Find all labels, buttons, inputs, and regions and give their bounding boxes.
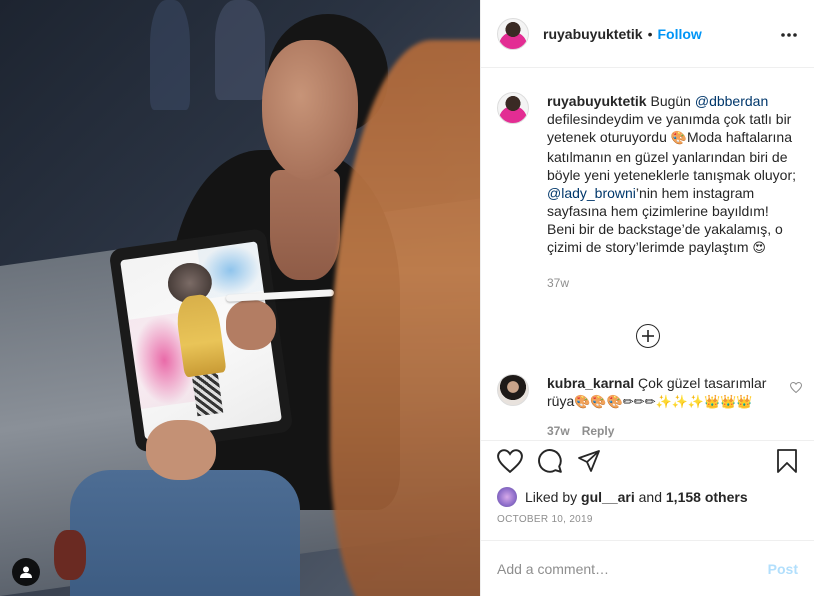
post-username[interactable]: ruyabuyuktetik — [543, 26, 643, 42]
share-button[interactable] — [577, 449, 601, 478]
separator-dot: • — [647, 25, 653, 42]
mention-link[interactable]: @dbberdan — [695, 93, 768, 109]
tagged-users-button[interactable] — [12, 558, 40, 586]
post-side-panel: ruyabuyuktetik • Follow ruyabuyuktetik B… — [480, 0, 814, 596]
post-header: ruyabuyuktetik • Follow — [481, 0, 814, 68]
plus-circle-icon[interactable] — [635, 324, 660, 348]
paper-plane-icon — [578, 450, 600, 472]
likes-summary: Liked by gul__ari and 1,158 others — [481, 486, 814, 508]
save-button[interactable] — [776, 449, 798, 478]
post-date[interactable]: OCTOBER 10, 2019 — [481, 508, 814, 540]
comment-emojis: 🎨🎨🎨✏✏✏✨✨✨👑👑👑 — [574, 395, 753, 410]
comment-meta: 37w Reply — [547, 422, 777, 440]
comment-icon — [538, 449, 562, 473]
comments-list[interactable]: ruyabuyuktetik Bugün @dbberdan defilesin… — [481, 68, 814, 440]
comment-item: kubra_karnal Çok güzel tasarımlar rüya🎨🎨… — [481, 348, 814, 440]
caption-timestamp[interactable]: 37w — [547, 274, 798, 292]
likes-count-link[interactable]: 1,158 others — [666, 489, 748, 505]
comment-input[interactable] — [497, 560, 768, 577]
caption-text: ruyabuyuktetik Bugün @dbberdan defilesin… — [547, 92, 798, 292]
woman-neck — [270, 170, 340, 280]
mention-link[interactable]: @lady_browni — [547, 185, 636, 201]
liker-username[interactable]: gul__ari — [581, 489, 635, 505]
comment-username[interactable]: kubra_karnal — [547, 375, 634, 391]
add-comment-bar: Post — [481, 540, 814, 596]
avatar[interactable] — [497, 374, 529, 406]
hand — [146, 420, 216, 480]
heart-eyes-emoji: 😍 — [752, 241, 766, 256]
palette-emoji: 🎨 — [670, 131, 687, 146]
background-figure — [215, 0, 265, 100]
bookmark-icon — [777, 449, 797, 473]
jeans — [70, 470, 300, 596]
reply-button[interactable]: Reply — [582, 424, 615, 438]
likes-prefix: Liked by — [525, 489, 578, 505]
follow-button[interactable]: Follow — [658, 26, 702, 42]
more-icon — [781, 32, 797, 37]
caption: ruyabuyuktetik Bugün @dbberdan defilesin… — [481, 68, 814, 292]
post-actions — [481, 440, 814, 486]
avatar[interactable] — [497, 17, 529, 50]
woman-face — [262, 40, 358, 180]
caption-text-part: Bugün — [646, 93, 695, 109]
avatar[interactable] — [497, 487, 517, 507]
background-figure — [150, 0, 190, 110]
load-more-comments[interactable] — [481, 324, 814, 348]
like-comment-button[interactable] — [789, 380, 803, 398]
comment-timestamp[interactable]: 37w — [547, 424, 570, 438]
more-options-button[interactable] — [780, 25, 798, 43]
user-icon — [20, 566, 32, 578]
caption-username[interactable]: ruyabuyuktetik — [547, 93, 647, 109]
comment-text: kubra_karnal Çok güzel tasarımlar rüya🎨🎨… — [547, 374, 777, 440]
post-comment-button[interactable]: Post — [768, 561, 798, 577]
post-photo[interactable] — [0, 0, 480, 596]
hand — [226, 300, 276, 350]
likes-middle: and — [638, 489, 662, 505]
like-button[interactable] — [497, 449, 523, 478]
heart-icon — [497, 449, 523, 474]
shoe — [54, 530, 86, 580]
heart-icon — [789, 381, 803, 394]
drawing-legs — [191, 372, 224, 417]
plus-icon — [641, 330, 654, 342]
comment-button[interactable] — [537, 448, 563, 479]
avatar[interactable] — [497, 92, 529, 124]
